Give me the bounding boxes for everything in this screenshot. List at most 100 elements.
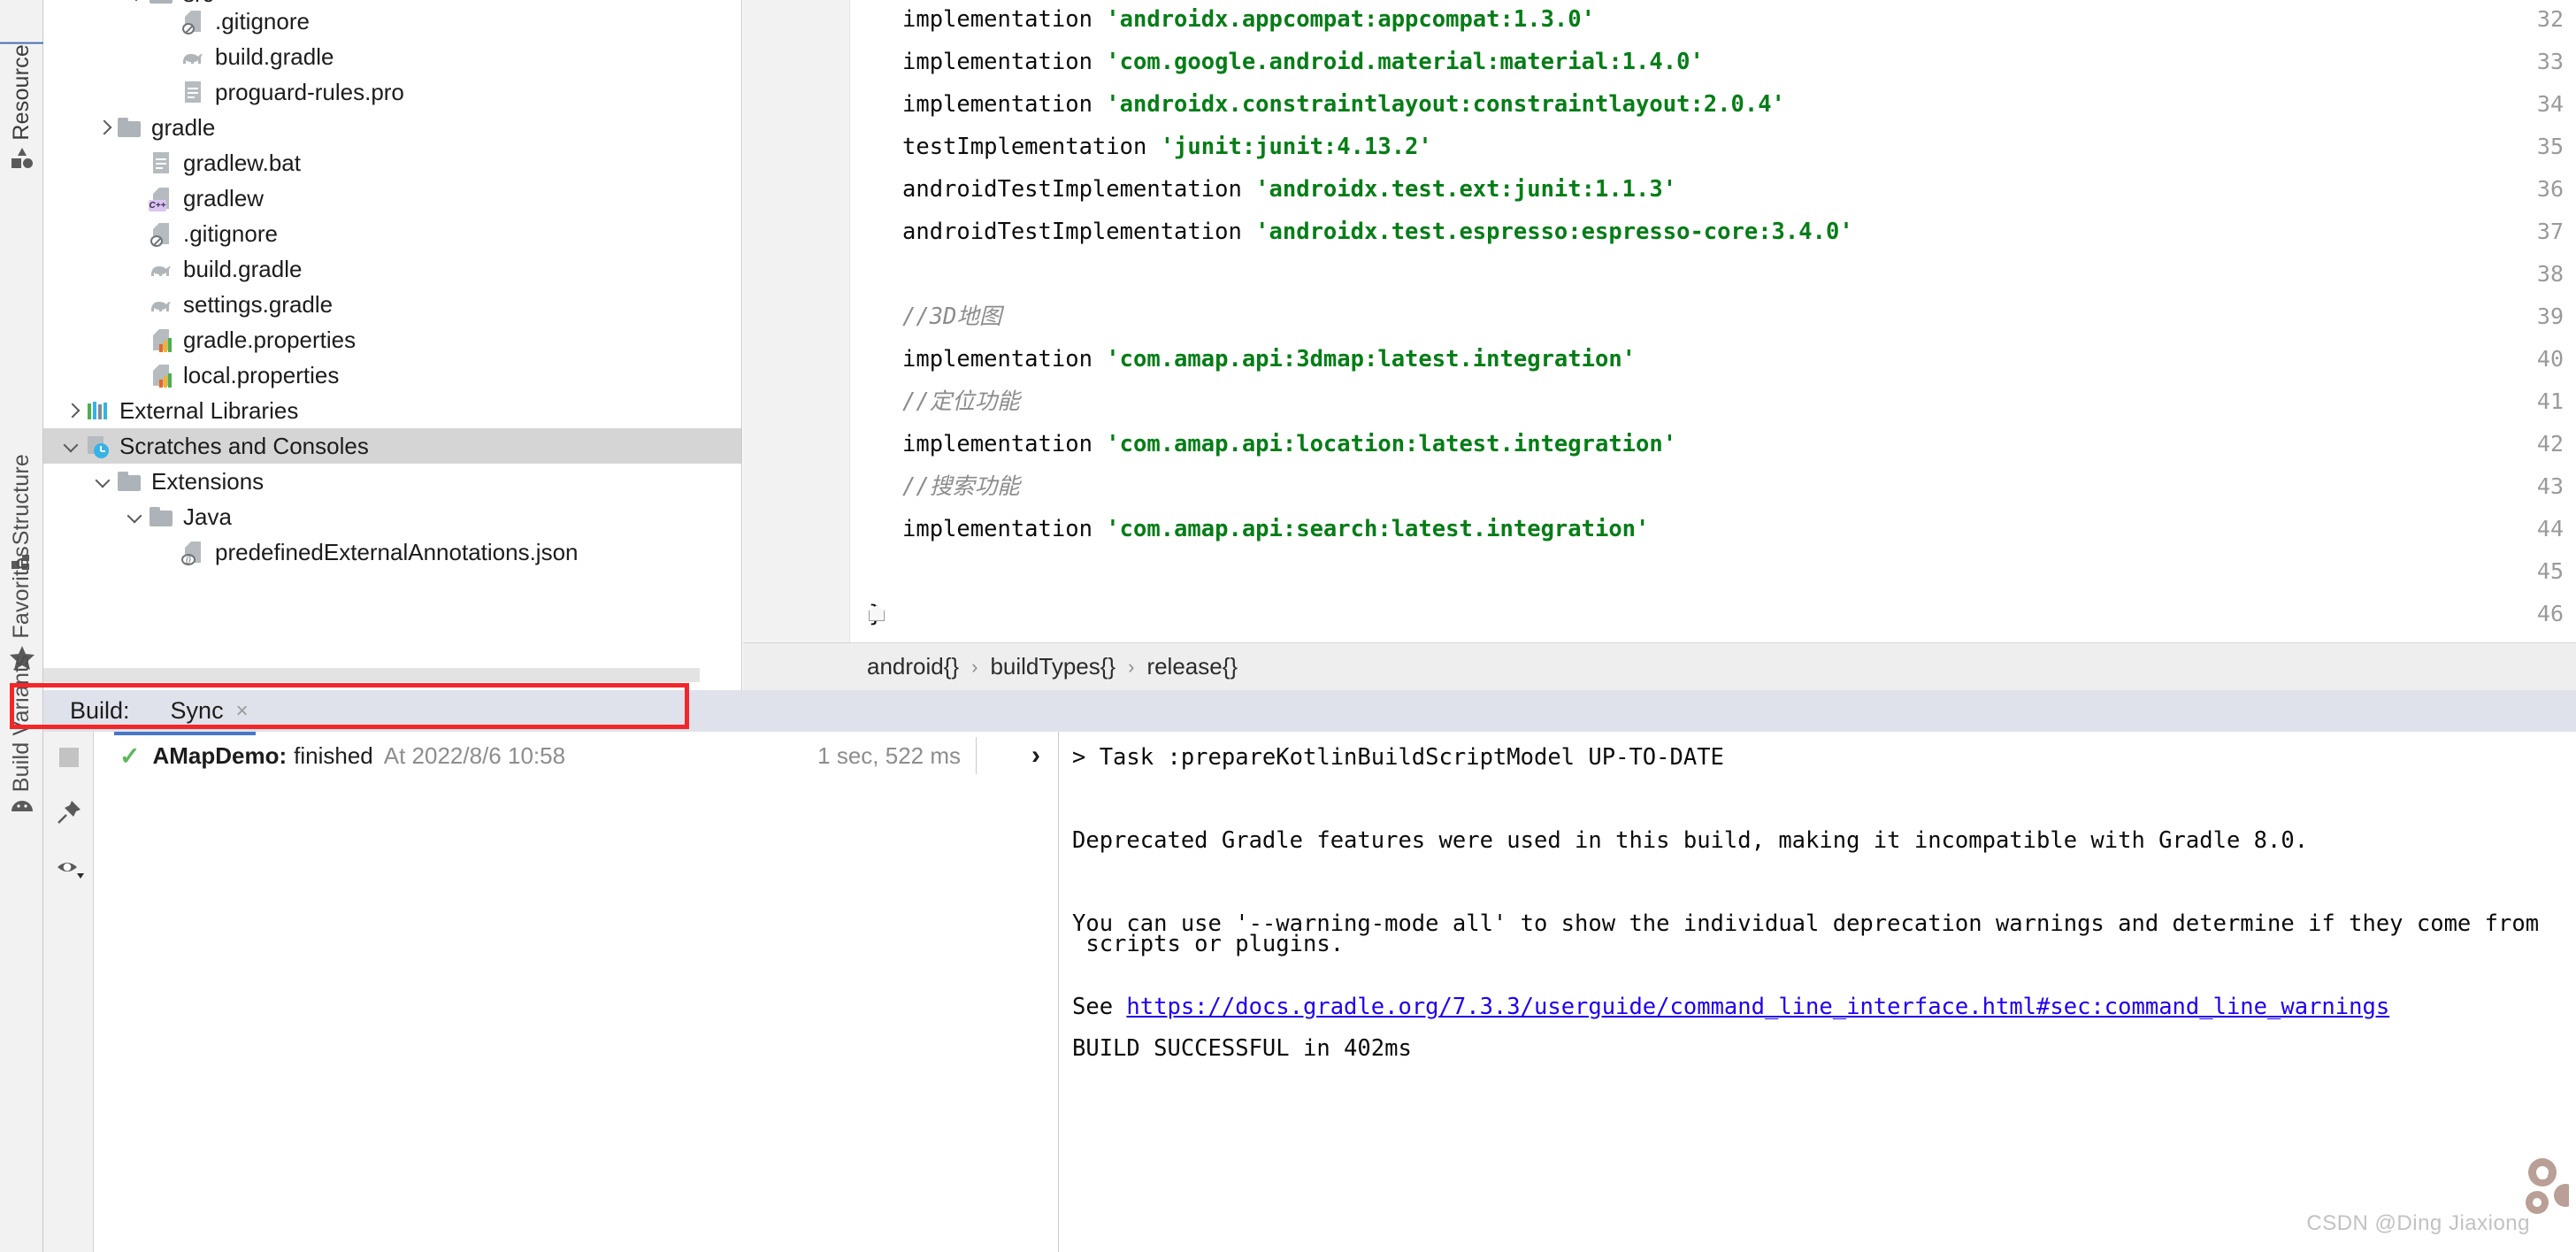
code-token-string: 'androidx.constraintlayout:constraintlay… [1106, 91, 1785, 118]
tool-window-build-variants[interactable]: Build Variants [0, 584, 43, 823]
chevron-right-icon[interactable] [93, 116, 116, 139]
tree-row[interactable]: proguard-rules.pro [43, 74, 741, 110]
tool-window-resource-label: Resource [0, 42, 43, 141]
code-token-plain: implementation [902, 91, 1107, 118]
tree-row-label: gradlew [183, 185, 264, 211]
breadcrumb[interactable]: android{} › buildTypes{} › release{} [743, 642, 2576, 690]
gradle-file-icon [180, 43, 206, 70]
tree-row-label: local.properties [183, 362, 340, 388]
eye-icon[interactable] [56, 856, 84, 882]
tree-row[interactable]: settings.gradle [43, 287, 741, 322]
chevron-down-icon[interactable] [125, 505, 148, 528]
chevron-down-icon[interactable] [61, 434, 84, 457]
chevron-down-icon[interactable] [93, 470, 116, 493]
code-token-string: 'com.amap.api:3dmap:latest.integration' [1106, 346, 1637, 373]
tree-row-label: Scratches and Consoles [119, 433, 369, 459]
editor-line-number: 46 [2536, 601, 2564, 626]
tool-window-resource[interactable]: Resource [0, 0, 43, 177]
text-file-icon [148, 150, 174, 176]
code-token-comment: //定位功能 [902, 388, 1020, 415]
watermark-text: CSDN @Ding Jiaxiong [2306, 1211, 2530, 1235]
tab-sync[interactable]: Sync × [171, 697, 249, 725]
build-result-row[interactable]: ✓ AMapDemo: finished At 2022/8/6 10:58 1… [95, 732, 1058, 780]
tree-row[interactable]: build.gradle [43, 251, 741, 287]
tree-row[interactable]: Java [43, 499, 741, 534]
console-line-prefix: See [1072, 994, 1127, 1020]
breadcrumb-item-1[interactable]: buildTypes{} [990, 653, 1116, 680]
breadcrumb-item-0[interactable]: android{} [867, 653, 959, 680]
build-panel-title: Build: [70, 697, 130, 724]
build-result-name: AMapDemo: [152, 741, 288, 769]
build-results-tree[interactable]: ✓ AMapDemo: finished At 2022/8/6 10:58 1… [95, 732, 1059, 1252]
chevron-right-icon: › [1128, 655, 1135, 678]
stop-icon[interactable] [56, 744, 82, 771]
editor-code-line[interactable]: implementation 'androidx.appcompat:appco… [902, 0, 1595, 39]
tree-row[interactable]: .gitignore [43, 216, 741, 251]
no-arrow [157, 45, 180, 68]
tree-row[interactable]: build.gradle [43, 39, 741, 74]
editor-code-line[interactable]: implementation 'androidx.constraintlayou… [902, 85, 1785, 124]
code-token-string: 'androidx.appcompat:appcompat:1.3.0' [1106, 6, 1595, 33]
editor-line-number: 38 [2536, 261, 2564, 287]
tree-row[interactable]: {} predefinedExternalAnnotations.json [43, 534, 741, 570]
editor-code-line[interactable]: implementation 'com.amap.api:search:late… [902, 510, 1649, 549]
editor-code-line[interactable]: //定位功能 [902, 382, 1020, 421]
gradle-file-icon [148, 291, 174, 318]
pin-icon[interactable] [56, 799, 82, 826]
console-line-text: scripts or plugins. [1072, 931, 1345, 957]
editor-line-number: 43 [2536, 473, 2564, 499]
editor-code-line[interactable]: //3D地图 [902, 297, 1001, 336]
tree-row[interactable]: Scratches and Consoles [43, 428, 741, 464]
project-tree-hscrollbar[interactable] [43, 668, 700, 682]
check-icon: ✓ [119, 741, 141, 770]
expand-chevron-icon[interactable]: › [1031, 732, 1040, 780]
editor-line-number: 33 [2536, 49, 2564, 74]
editor-code-line[interactable]: androidTestImplementation 'androidx.test… [902, 170, 1676, 209]
tree-row[interactable]: gradle.properties [43, 322, 741, 357]
code-token-plain: implementation [902, 346, 1107, 373]
editor-line-number: 45 [2536, 558, 2564, 584]
build-console-output[interactable]: > Task :prepareKotlinBuildScriptModel UP… [1060, 732, 2576, 1252]
code-editor[interactable]: 32 implementation 'androidx.appcompat:app… [743, 0, 2576, 642]
tree-row[interactable]: gradle [43, 110, 741, 145]
code-token-string: 'junit:junit:4.13.2' [1160, 134, 1432, 160]
close-icon[interactable]: × [236, 699, 249, 724]
tree-row[interactable]: local.properties [43, 357, 741, 393]
console-link[interactable]: https://docs.gradle.org/7.3.3/userguide/… [1126, 994, 2389, 1020]
progress-bar [114, 732, 256, 735]
code-fold-marker-icon[interactable] [869, 605, 886, 623]
gitignore-file-icon [148, 220, 174, 247]
ide-window: Resource Structure Favorites Build Varia… [0, 0, 2576, 1252]
tree-row[interactable]: C++ gradlew [43, 181, 741, 216]
tree-row-label: gradle.properties [183, 326, 356, 353]
editor-line-number: 32 [2536, 6, 2564, 32]
editor-code-line[interactable]: implementation 'com.amap.api:location:la… [902, 425, 1676, 464]
project-tree-panel[interactable]: src.gitignorebuild.gradleproguard-rules.… [43, 0, 742, 690]
console-line: scripts or plugins. [1072, 931, 1344, 957]
shapes-icon [10, 146, 34, 177]
no-arrow [125, 222, 148, 245]
editor-code-line[interactable]: //搜索功能 [902, 467, 1020, 506]
editor-fold-gutter[interactable] [850, 0, 886, 642]
breadcrumb-item-2[interactable]: release{} [1146, 653, 1238, 680]
editor-code-line[interactable]: androidTestImplementation 'androidx.test… [902, 212, 1853, 251]
chevron-right-icon[interactable] [61, 399, 84, 422]
tree-row[interactable]: .gitignore [43, 4, 741, 39]
tree-row-label: .gitignore [183, 220, 278, 247]
code-token-plain: implementation [902, 49, 1107, 75]
editor-code-line[interactable]: implementation 'com.google.android.mater… [902, 42, 1704, 81]
no-arrow [125, 151, 148, 174]
cpp-file-icon: C++ [148, 185, 174, 211]
code-token-plain: implementation [902, 6, 1107, 33]
tree-row[interactable]: gradlew.bat [43, 145, 741, 181]
android-icon [9, 797, 35, 823]
tree-row-label: settings.gradle [183, 291, 334, 318]
editor-code-line[interactable]: implementation 'com.amap.api:3dmap:lates… [902, 340, 1636, 379]
tree-row[interactable]: Extensions [43, 464, 741, 499]
editor-code-line[interactable]: testImplementation 'junit:junit:4.13.2' [902, 127, 1432, 166]
gradle-file-icon [148, 256, 174, 282]
tree-row[interactable]: External Libraries [43, 393, 741, 428]
tree-row-label: build.gradle [215, 43, 334, 70]
code-token-string: 'com.google.android.material:material:1.… [1106, 49, 1704, 75]
chevron-right-icon: › [971, 655, 978, 678]
